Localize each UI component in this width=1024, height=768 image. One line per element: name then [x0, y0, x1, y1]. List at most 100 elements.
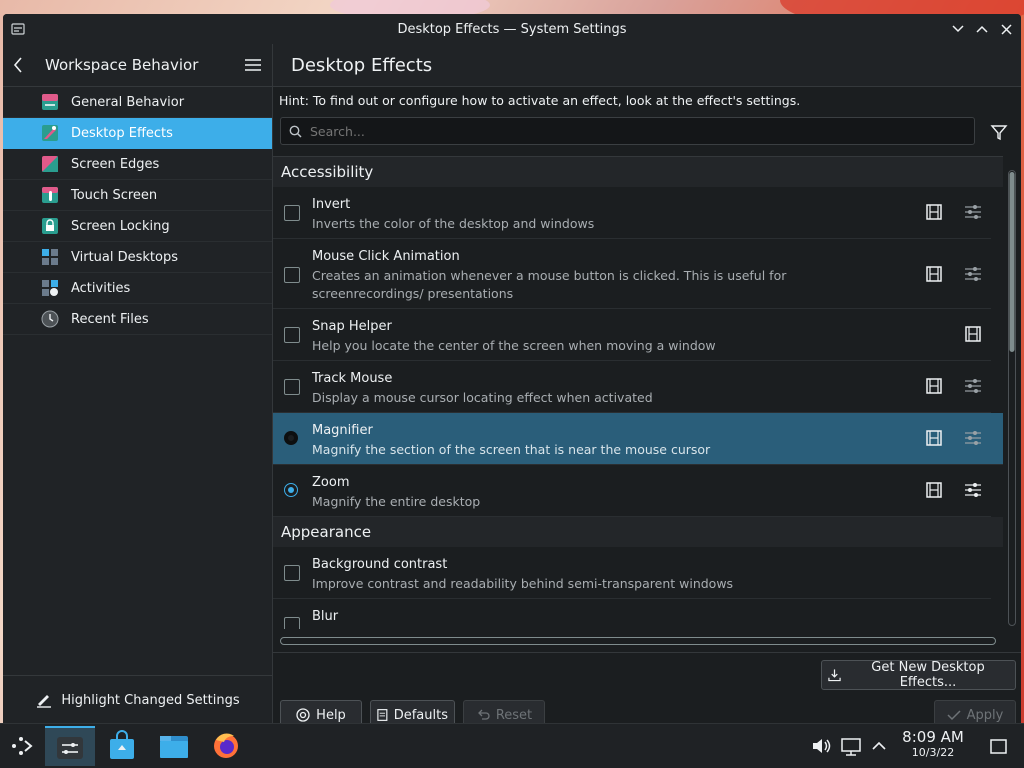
effect-row-track-mouse[interactable]: Track Mouse Display a mouse cursor locat… [273, 361, 991, 413]
highlight-changed-settings-label: Highlight Changed Settings [61, 692, 240, 708]
effect-title: Track Mouse [312, 371, 393, 386]
minimize-button[interactable] [949, 20, 967, 38]
effect-description: Magnify the section of the screen that i… [312, 442, 711, 457]
sidebar-item-activities[interactable]: Activities [3, 273, 272, 304]
reset-label: Reset [495, 707, 533, 723]
search-field[interactable] [280, 117, 975, 145]
effect-title: Background contrast [312, 557, 448, 572]
effect-row-invert[interactable]: Invert Inverts the color of the desktop … [273, 187, 991, 239]
system-settings-icon [57, 737, 83, 759]
sidebar-item-recent-files[interactable]: Recent Files [3, 304, 272, 335]
search-input[interactable] [308, 122, 952, 140]
window-title: Desktop Effects — System Settings [397, 21, 627, 37]
filter-icon[interactable] [990, 123, 1008, 141]
hamburger-menu-button[interactable] [244, 57, 262, 73]
clock-time: 8:09 AM [902, 728, 964, 746]
effect-checkbox[interactable] [284, 617, 300, 629]
system-settings-app-icon[interactable] [11, 22, 25, 36]
configure-icon[interactable] [964, 430, 982, 446]
sidebar-item-label: Screen Locking [71, 218, 170, 234]
sidebar-item-screen-edges[interactable]: Screen Edges [3, 149, 272, 180]
effect-row-mouse-click-animation[interactable]: Mouse Click Animation Creates an animati… [273, 239, 991, 309]
sidebar-item-general-behavior[interactable]: General Behavior [3, 87, 272, 118]
effect-title: Snap Helper [312, 319, 392, 334]
discover-store-icon[interactable] [106, 730, 138, 762]
video-preview-icon[interactable] [926, 266, 942, 282]
help-icon [296, 708, 310, 722]
video-preview-icon[interactable] [926, 430, 942, 446]
maximize-button[interactable] [973, 20, 991, 38]
effect-checkbox[interactable] [284, 267, 300, 283]
highlight-changed-settings-button[interactable]: Highlight Changed Settings [3, 675, 272, 724]
chevron-left-icon [13, 57, 22, 73]
effect-title: Blur [312, 609, 339, 624]
horizontal-scrollbar[interactable] [280, 637, 996, 645]
effect-radio[interactable] [284, 431, 298, 445]
video-preview-icon[interactable] [926, 482, 942, 498]
effect-row-blur[interactable]: Blur [273, 599, 991, 629]
application-launcher-icon[interactable] [5, 730, 37, 762]
show-desktop-icon[interactable] [982, 730, 1014, 762]
document-icon [377, 709, 388, 721]
configure-icon[interactable] [964, 204, 982, 220]
effect-description: Help you locate the center of the screen… [312, 338, 716, 353]
effect-row-zoom[interactable]: Zoom Magnify the entire desktop [273, 465, 991, 517]
effect-row-background-contrast[interactable]: Background contrast Improve contrast and… [273, 547, 991, 599]
sidebar-item-label: Virtual Desktops [71, 249, 178, 265]
apply-button[interactable]: Apply [934, 700, 1016, 724]
sidebar-item-label: General Behavior [71, 94, 185, 110]
category-header-appearance: Appearance [273, 517, 1003, 547]
get-new-desktop-effects-button[interactable]: Get New Desktop Effects... [821, 660, 1016, 690]
sidebar-header: Workspace Behavior [3, 44, 272, 87]
effect-row-snap-helper[interactable]: Snap Helper Help you locate the center o… [273, 309, 991, 361]
title-bar: Desktop Effects — System Settings [3, 14, 1021, 44]
effect-checkbox[interactable] [284, 565, 300, 581]
taskbar-system-settings[interactable] [45, 726, 95, 766]
video-preview-icon[interactable] [965, 326, 981, 342]
sidebar-item-virtual-desktops[interactable]: Virtual Desktops [3, 242, 272, 273]
video-preview-icon[interactable] [926, 378, 942, 394]
lock-icon [42, 218, 58, 234]
configure-icon[interactable] [964, 378, 982, 394]
effect-description: Improve contrast and readability behind … [312, 576, 734, 591]
effect-checkbox[interactable] [284, 327, 300, 343]
back-button[interactable] [13, 56, 31, 74]
video-preview-icon[interactable] [926, 204, 942, 220]
footer-divider [273, 652, 1021, 653]
system-settings-window: Desktop Effects — System Settings Worksp… [3, 14, 1021, 724]
effect-checkbox[interactable] [284, 205, 300, 221]
vertical-scrollbar[interactable] [1008, 170, 1016, 626]
sidebar-item-label: Activities [71, 280, 131, 296]
sidebar-item-touch-screen[interactable]: Touch Screen [3, 180, 272, 211]
effect-title: Invert [312, 197, 351, 212]
digital-clock[interactable]: 8:09 AM 10/3/22 [896, 728, 970, 759]
clock-date: 10/3/22 [911, 746, 955, 759]
download-icon [828, 669, 841, 682]
hint-text: Hint: To find out or configure how to ac… [279, 93, 801, 108]
effect-radio[interactable] [284, 483, 298, 497]
defaults-button[interactable]: Defaults [370, 700, 455, 724]
effect-row-magnifier[interactable]: Magnifier Magnify the section of the scr… [273, 413, 1003, 465]
main-panel: Desktop Effects Hint: To find out or con… [273, 44, 1021, 724]
search-icon [289, 125, 302, 138]
clock-icon [41, 310, 59, 328]
checkmark-icon [947, 710, 961, 721]
configure-icon[interactable] [964, 266, 982, 282]
help-button[interactable]: Help [280, 700, 362, 724]
sidebar-item-label: Recent Files [71, 311, 149, 327]
effect-checkbox[interactable] [284, 379, 300, 395]
apply-label: Apply [966, 707, 1004, 723]
sidebar-item-screen-locking[interactable]: Screen Locking [3, 211, 272, 242]
sidebar-item-desktop-effects[interactable]: Desktop Effects [3, 118, 272, 149]
effect-description: Magnify the entire desktop [312, 494, 481, 509]
chevron-up-icon[interactable] [863, 730, 895, 762]
close-button[interactable] [997, 20, 1015, 38]
firefox-icon[interactable] [210, 730, 242, 762]
configure-icon[interactable] [964, 482, 982, 498]
screen-edges-icon [42, 156, 58, 172]
file-manager-icon[interactable] [158, 730, 190, 762]
get-new-label: Get New Desktop Effects... [871, 660, 985, 690]
reset-button[interactable]: Reset [463, 700, 545, 724]
effect-description: Inverts the color of the desktop and win… [312, 216, 595, 231]
volume-icon[interactable] [805, 730, 837, 762]
